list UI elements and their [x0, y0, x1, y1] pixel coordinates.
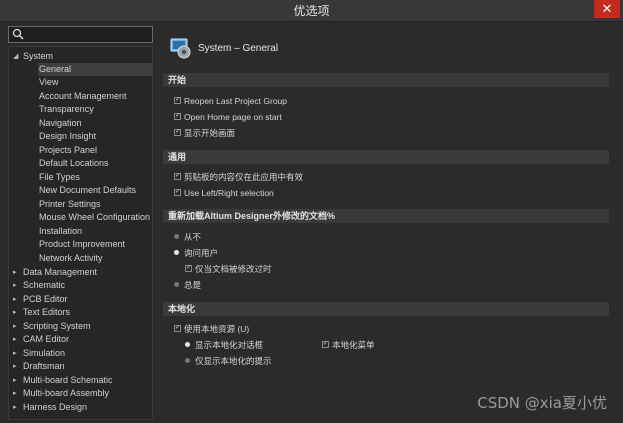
system-settings-icon: [170, 38, 191, 59]
section-header-startup: 开始: [163, 73, 609, 87]
radio-selected-icon[interactable]: [185, 342, 190, 347]
tree-item-network-activity[interactable]: Network Activity: [38, 252, 152, 265]
tree-item-projects-panel[interactable]: Projects Panel: [38, 144, 152, 157]
title-bar: 优选项 ✕: [0, 0, 623, 22]
section-header-general: 通用: [163, 150, 609, 164]
expand-arrow-icon[interactable]: ▸: [13, 387, 21, 400]
settings-panel: System – General 开始 ✓ Reopen Last Projec…: [163, 26, 610, 420]
checkbox-checked-icon[interactable]: ✓: [174, 189, 181, 196]
tree-item-default-locations[interactable]: Default Locations: [38, 157, 152, 170]
page-title: System – General: [198, 43, 279, 54]
expand-arrow-icon[interactable]: ▸: [13, 293, 21, 306]
checkbox-checked-icon[interactable]: ✓: [185, 265, 192, 272]
search-input[interactable]: [25, 28, 149, 41]
expand-arrow-icon[interactable]: ▸: [13, 279, 21, 292]
section-header-localization: 本地化: [163, 302, 609, 316]
tree-item-mouse-wheel-configuration[interactable]: Mouse Wheel Configuration: [38, 211, 152, 224]
expand-arrow-icon[interactable]: ▸: [13, 401, 21, 414]
search-icon: [12, 28, 24, 40]
tree-node-label: System: [23, 51, 54, 61]
expand-arrow-icon[interactable]: ▸: [13, 320, 21, 333]
checkbox-checked-icon[interactable]: ✓: [174, 97, 181, 104]
radio-unselected-icon[interactable]: [185, 358, 190, 363]
radio-unselected-icon[interactable]: [174, 234, 179, 239]
checkbox-checked-icon[interactable]: ✓: [174, 113, 181, 120]
tree-item-design-insight[interactable]: Design Insight: [38, 130, 152, 143]
tree-item-navigation[interactable]: Navigation: [38, 117, 152, 130]
tree-item-printer-settings[interactable]: Printer Settings: [38, 198, 152, 211]
search-box[interactable]: [8, 26, 153, 43]
expand-arrow-icon[interactable]: ▸: [13, 360, 21, 373]
window-title: 优选项: [293, 4, 330, 18]
checkbox-checked-icon[interactable]: ✓: [174, 129, 181, 136]
expand-arrow-icon[interactable]: ▸: [13, 333, 21, 346]
checkbox-checked-icon[interactable]: ✓: [174, 325, 181, 332]
expand-arrow-icon[interactable]: ▸: [13, 266, 21, 279]
tree-item-transparency[interactable]: Transparency: [38, 103, 152, 116]
tree-item-file-types[interactable]: File Types: [38, 171, 152, 184]
tree-item-installation[interactable]: Installation: [38, 225, 152, 238]
tree-item-product-improvement[interactable]: Product Improvement: [38, 238, 152, 251]
radio-unselected-icon[interactable]: [174, 282, 179, 287]
section-header-reload: 重新加载Altium Designer外修改的文档%: [163, 209, 609, 223]
expand-arrow-icon[interactable]: ◢: [13, 50, 21, 63]
tree-item-general[interactable]: General: [38, 63, 152, 76]
expand-arrow-icon[interactable]: ▸: [13, 347, 21, 360]
watermark: CSDN @xia夏小优: [477, 394, 607, 412]
navigation-panel: ◢ System General View Account Management…: [8, 26, 153, 420]
close-button[interactable]: ✕: [594, 0, 620, 18]
radio-selected-icon[interactable]: [174, 250, 179, 255]
checkbox-checked-icon[interactable]: ✓: [322, 341, 329, 348]
options-tree[interactable]: ◢ System General View Account Management…: [8, 46, 153, 420]
tree-item-view[interactable]: View: [38, 76, 152, 89]
expand-arrow-icon[interactable]: ▸: [13, 374, 21, 387]
tree-item-new-document-defaults[interactable]: New Document Defaults: [38, 184, 152, 197]
tree-item-account-management[interactable]: Account Management: [38, 90, 152, 103]
checkbox-checked-icon[interactable]: ✓: [174, 173, 181, 180]
expand-arrow-icon[interactable]: ▸: [13, 306, 21, 319]
